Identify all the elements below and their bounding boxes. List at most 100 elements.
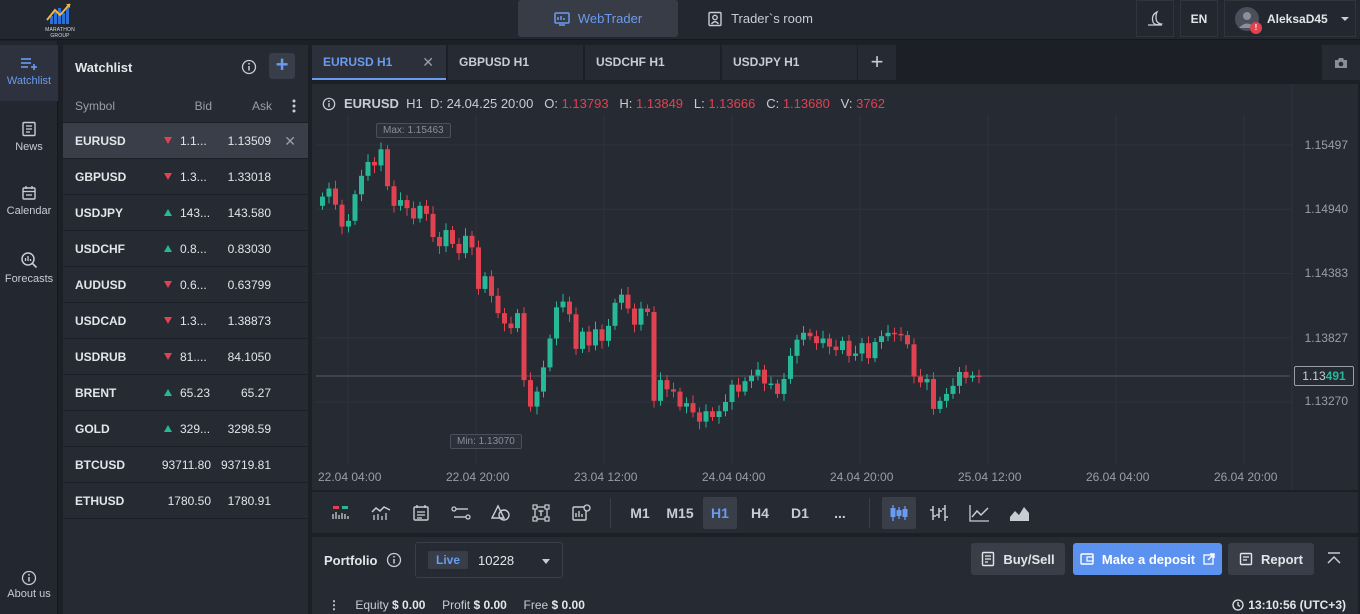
close-tab-icon[interactable]: ✕ [422, 45, 434, 79]
max-price-tag: Max: 1.15463 [376, 123, 451, 138]
row-ask: 3298.59 [227, 422, 271, 436]
row-symbol: AUDUSD [75, 278, 127, 292]
nav-calendar[interactable]: Calendar [0, 173, 58, 229]
tab-label: USDCHF H1 [596, 55, 665, 69]
events-button[interactable] [404, 497, 438, 529]
watchlist-row-audusd[interactable]: AUDUSD 0.6... 0.63799 [63, 267, 308, 303]
candle-bull [879, 336, 884, 342]
chevron-down-icon [1340, 16, 1349, 21]
nav-forecasts[interactable]: Forecasts [0, 239, 58, 295]
kebab-menu-icon[interactable]: ⋮ [328, 598, 340, 612]
tab-gbpusd[interactable]: GBPUSD H1 [448, 45, 583, 80]
candles-type-button[interactable] [882, 497, 916, 529]
account-select[interactable]: Live 10228 [415, 542, 563, 578]
candle-bear [632, 308, 637, 325]
nav-watchlist[interactable]: Watchlist [0, 45, 58, 101]
watchlist-row-btcusd[interactable]: BTCUSD 93711.80 93719.81 [63, 447, 308, 483]
logo[interactable]: MARATHON GROUP [40, 2, 80, 39]
collapse-panel-icon[interactable] [1324, 549, 1344, 569]
watchlist-row-brent[interactable]: BRENT 65.23 65.27 [63, 375, 308, 411]
report-button[interactable]: Report [1228, 543, 1314, 575]
watchlist-row-usdchf[interactable]: USDCHF 0.8... 0.83030 [63, 231, 308, 267]
language-button[interactable]: EN [1180, 0, 1218, 37]
theme-toggle-button[interactable] [1136, 0, 1174, 37]
trend-down-icon [164, 317, 172, 324]
candle-bull [723, 402, 728, 412]
equity-label: Equity [355, 598, 389, 612]
indicators-button[interactable] [324, 497, 358, 529]
server-clock: 13:10:56 (UTC+3) [1232, 598, 1346, 612]
timeframe-d1[interactable]: D1 [783, 497, 817, 529]
tab-usdjpy[interactable]: USDJPY H1 [722, 45, 857, 80]
candle-bull [768, 383, 774, 386]
make-deposit-label: Make a deposit [1101, 551, 1196, 567]
chart-area[interactable]: EURUSD H1 D: 24.04.25 20:00 O: 1.13793 H… [312, 84, 1358, 490]
timeframe-h1[interactable]: H1 [703, 497, 737, 529]
timeframe-h4[interactable]: H4 [743, 497, 777, 529]
watchlist-row-usdrub[interactable]: USDRUB 81.... 84.1050 [63, 339, 308, 375]
row-bid: 329... [180, 422, 211, 436]
watchlist-row-usdjpy[interactable]: USDJPY 143... 143.580 [63, 195, 308, 231]
candle-bear [521, 313, 527, 381]
candle-bull [716, 411, 722, 418]
candle-bull [950, 385, 956, 394]
webtrader-button[interactable]: WebTrader [518, 0, 678, 37]
candle-bull [560, 301, 566, 308]
watchlist-row-gold[interactable]: GOLD 329... 3298.59 [63, 411, 308, 447]
watchlist-row-eurusd[interactable]: EURUSD 1.1... 1.13509 ✕ [63, 123, 308, 159]
text-frame-icon [532, 504, 550, 522]
kebab-menu-icon[interactable] [292, 99, 296, 113]
wallet-icon [1080, 553, 1094, 565]
bars-type-button[interactable] [922, 497, 956, 529]
candle-bull [515, 313, 520, 329]
candle-bull [359, 175, 364, 195]
info-icon[interactable] [241, 59, 257, 75]
make-deposit-button[interactable]: Make a deposit [1073, 543, 1222, 575]
x-tick: 24.04 20:00 [830, 470, 894, 484]
add-tab-button[interactable]: + [858, 45, 896, 80]
nav-label: Watchlist [6, 75, 52, 87]
watchlist-row-gbpusd[interactable]: GBPUSD 1.3... 1.33018 [63, 159, 308, 195]
remove-symbol-icon[interactable]: ✕ [284, 133, 296, 150]
candle-bear [391, 186, 397, 206]
screenshot-button[interactable] [1322, 45, 1360, 80]
timeframe-m15[interactable]: M15 [662, 497, 698, 529]
candle-bear [437, 236, 442, 247]
candle-bear [697, 412, 702, 422]
candle-bear [736, 384, 741, 392]
order-ticket-icon [982, 551, 995, 567]
watchlist-row-usdcad[interactable]: USDCAD 1.3... 1.38873 [63, 303, 308, 339]
chart-tabs: EURUSD H1 ✕ GBPUSD H1 USDCHF H1 USDJPY H… [312, 45, 1360, 81]
chart-settings-button[interactable] [564, 497, 598, 529]
info-icon[interactable] [322, 97, 336, 111]
candle-bear [976, 375, 982, 377]
candle-bear [430, 213, 436, 237]
nav-news[interactable]: News [0, 109, 58, 165]
line-type-button[interactable] [962, 497, 996, 529]
tab-usdchf[interactable]: USDCHF H1 [585, 45, 720, 80]
oscillators-button[interactable] [364, 497, 398, 529]
add-symbol-button[interactable]: + [269, 53, 295, 79]
candle-bear [833, 346, 839, 351]
area-type-button[interactable] [1002, 497, 1036, 529]
candle-bear [489, 276, 494, 296]
info-icon[interactable] [386, 552, 402, 568]
watchlist-row-ethusd[interactable]: ETHUSD 1780.50 1780.91 [63, 483, 308, 519]
text-tool-button[interactable] [524, 497, 558, 529]
row-symbol: ETHUSD [75, 494, 125, 508]
row-bid: 1.3... [180, 170, 207, 184]
candle-bull [859, 343, 865, 354]
traders-room-button[interactable]: Trader`s room [690, 0, 830, 37]
about-us-button[interactable]: About us [0, 570, 58, 600]
timeframe-more[interactable]: ... [823, 497, 857, 529]
candle-bear [827, 338, 832, 347]
candlestick-chart[interactable] [312, 84, 1358, 490]
tab-eurusd[interactable]: EURUSD H1 ✕ [312, 45, 446, 80]
account-number: 10228 [478, 553, 515, 568]
candle-bear [372, 161, 377, 166]
timeframe-m1[interactable]: M1 [623, 497, 657, 529]
shapes-button[interactable] [484, 497, 518, 529]
trend-line-button[interactable] [444, 497, 478, 529]
user-menu-button[interactable]: ! AleksaD45 [1224, 0, 1356, 37]
buy-sell-button[interactable]: Buy/Sell [971, 543, 1065, 575]
